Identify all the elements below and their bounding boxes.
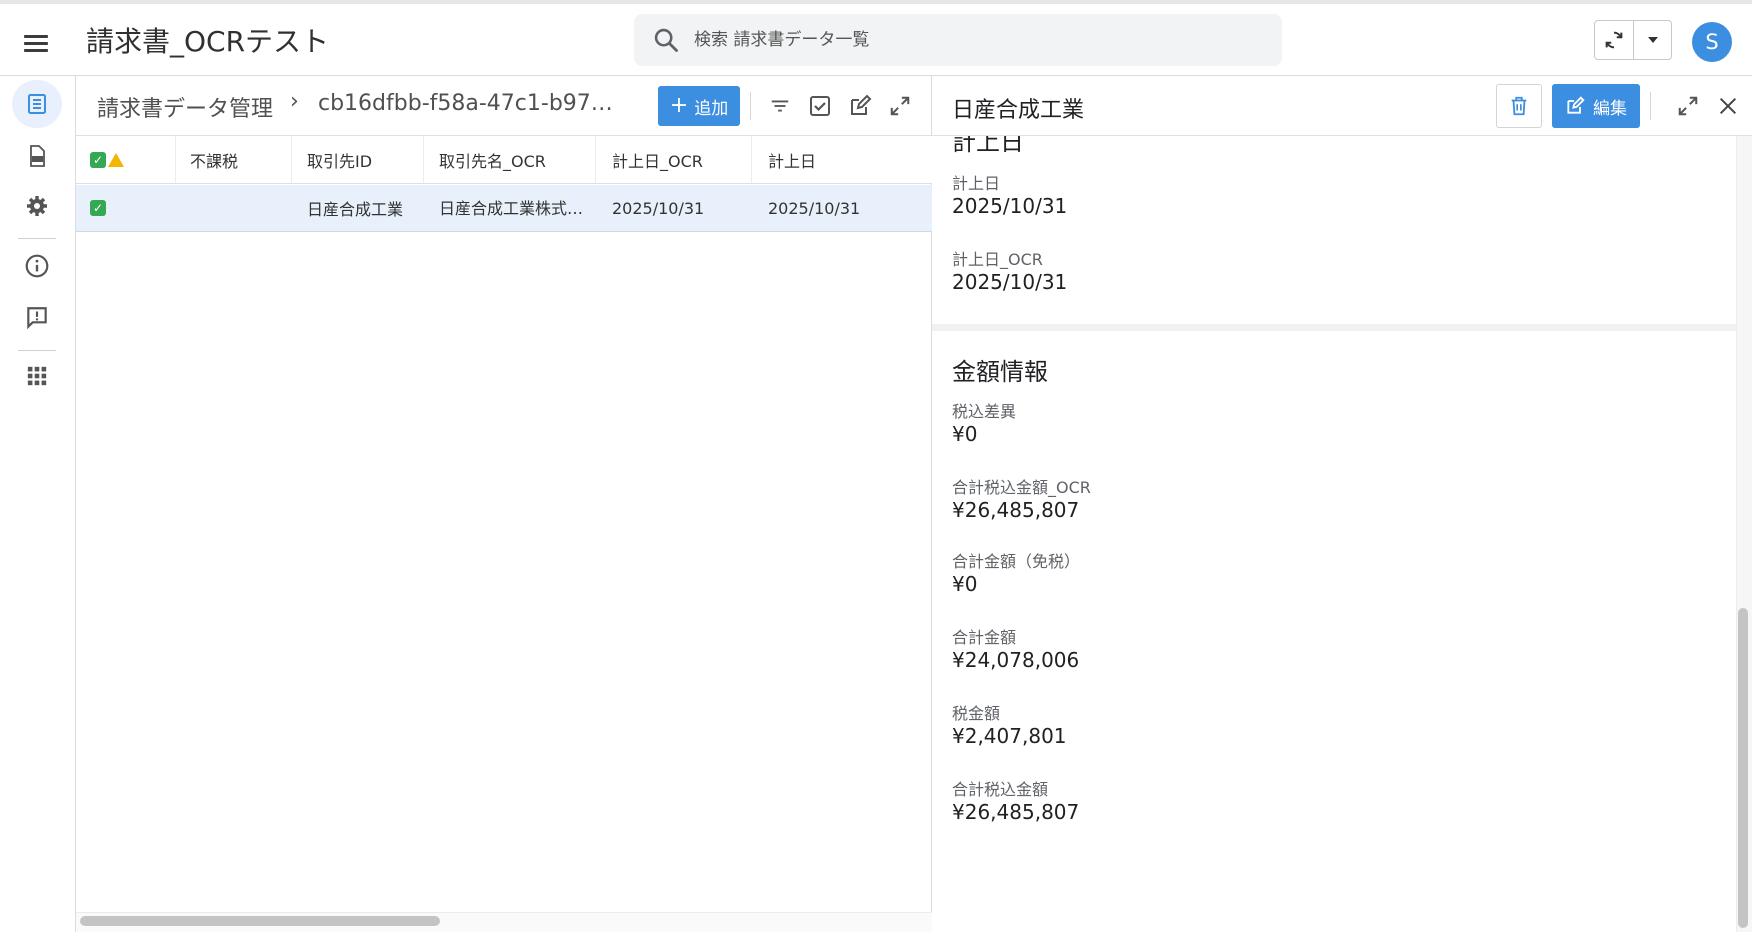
check-icon: ✓ — [90, 151, 106, 168]
column-header[interactable]: 取引先ID — [292, 136, 424, 183]
section-title-date: 計上日 — [952, 136, 1024, 156]
edit-list-button[interactable] — [844, 90, 876, 122]
field-value: ¥24,078,006 — [952, 648, 1080, 672]
top-app-bar: 請求書_OCRテスト S — [0, 0, 1752, 76]
list-panel: 請求書データ管理 › cb16dfbb-f58a-47c1-b970-15f9…… — [76, 76, 932, 932]
field-value: ¥26,485,807 — [952, 498, 1080, 522]
field-label: 合計金額 — [952, 628, 1017, 647]
detail-title: 日産合成工業 — [952, 98, 1085, 123]
edit-button[interactable]: 編集 — [1552, 84, 1640, 128]
expand-icon — [1678, 96, 1698, 116]
non-taxable-cell — [176, 185, 292, 231]
edit-icon — [1567, 96, 1585, 114]
field-label: 合計税込金額 — [952, 780, 1049, 799]
breadcrumb-current: cb16dfbb-f58a-47c1-b970-15f9… — [318, 91, 624, 116]
filter-button[interactable] — [764, 90, 796, 122]
select-button[interactable] — [804, 90, 836, 122]
expand-detail-button[interactable] — [1672, 90, 1704, 122]
gear-icon — [27, 196, 47, 216]
header-divider — [1650, 92, 1651, 120]
expand-list-button[interactable] — [884, 90, 916, 122]
partner-id-cell: 日産合成工業 — [307, 200, 404, 219]
field-value: ¥0 — [952, 572, 978, 596]
section-divider — [932, 324, 1736, 331]
check-icon: ✓ — [90, 200, 106, 216]
close-icon — [1719, 97, 1737, 115]
apps-grid-icon — [27, 366, 47, 386]
app-title: 請求書_OCRテスト — [86, 25, 330, 58]
plus-icon: + — [669, 93, 689, 118]
partner-name-cell: 日産合成工業株式… — [439, 199, 584, 218]
field-label: 税金額 — [952, 704, 1001, 723]
field-label: 合計金額（免税） — [952, 552, 1081, 571]
status-column-header[interactable]: ✓ — [76, 136, 176, 183]
close-button[interactable] — [1712, 90, 1744, 122]
column-header[interactable]: 不課税 — [176, 136, 292, 183]
detail-body: 計上日 計上日 2025/10/31 計上日_OCR 2025/10/31 金額… — [932, 136, 1736, 932]
field-value: ¥26,485,807 — [952, 800, 1080, 824]
rail-item-list[interactable] — [12, 80, 62, 128]
breadcrumb-separator: › — [290, 89, 299, 114]
csv-file-icon — [30, 145, 45, 167]
rail-item-apps[interactable] — [12, 352, 62, 400]
field-value: ¥2,407,801 — [952, 724, 1067, 748]
column-header[interactable]: 計上日_OCR — [596, 136, 752, 183]
column-header[interactable]: 取引先名_OCR — [424, 136, 596, 183]
date-cell: 2025/10/31 — [768, 198, 861, 218]
rail-item-settings[interactable] — [12, 182, 62, 230]
search-icon — [654, 28, 678, 52]
info-icon — [25, 254, 49, 278]
filter-icon — [771, 100, 789, 112]
sync-icon — [1605, 31, 1623, 49]
rail-item-csv[interactable] — [12, 132, 62, 180]
edit-button-label: 編集 — [1593, 98, 1627, 119]
field-value: 2025/10/31 — [952, 270, 1068, 294]
horizontal-scrollbar-thumb[interactable] — [80, 916, 440, 926]
feedback-icon — [27, 307, 47, 330]
search-bar[interactable] — [634, 14, 1282, 66]
add-button[interactable]: + 追加 — [658, 86, 740, 126]
edit-icon — [851, 94, 872, 115]
field-label: 税込差異 — [952, 402, 1017, 421]
sync-button-group — [1594, 20, 1672, 60]
checkbox-icon — [810, 96, 830, 116]
breadcrumb-root[interactable]: 請求書データ管理 — [97, 91, 273, 123]
toolbar-divider — [750, 92, 751, 120]
field-label: 計上日_OCR — [952, 250, 1043, 269]
column-header[interactable]: 計上日 — [752, 136, 932, 183]
nav-rail — [0, 76, 76, 932]
add-button-label: 追加 — [694, 98, 729, 119]
detail-header: 日産合成工業 編集 — [932, 76, 1752, 136]
status-cell: ✓ — [76, 185, 176, 231]
detail-panel: 日産合成工業 編集 計上日 計上日 2025/10/31 計上日_OCR 202… — [932, 76, 1752, 932]
field-label: 計上日 — [952, 174, 1001, 193]
vertical-scrollbar-thumb[interactable] — [1738, 608, 1748, 928]
table-row[interactable]: ✓ 日産合成工業 日産合成工業株式… 2025/10/31 2025/10/31 — [76, 185, 932, 232]
expand-icon — [890, 96, 910, 116]
rail-divider — [18, 238, 56, 239]
hamburger-menu-icon[interactable] — [18, 26, 54, 62]
section-title-amounts: 金額情報 — [952, 358, 1048, 386]
user-avatar[interactable]: S — [1692, 22, 1732, 62]
field-value: 2025/10/31 — [952, 194, 1068, 218]
delete-button[interactable] — [1496, 84, 1542, 128]
trash-icon — [1511, 96, 1527, 116]
rail-divider — [18, 350, 56, 351]
warning-icon — [108, 152, 124, 167]
date-ocr-cell: 2025/10/31 — [612, 198, 705, 218]
chevron-down-icon — [1647, 37, 1658, 43]
grid-header: ✓ 不課税 取引先ID 取引先名_OCR 計上日_OCR 計上日 — [76, 136, 932, 184]
rail-item-info[interactable] — [12, 242, 62, 290]
list-icon — [28, 94, 46, 114]
search-input[interactable] — [694, 24, 1254, 56]
rail-item-feedback[interactable] — [12, 294, 62, 342]
field-label: 合計税込金額_OCR — [952, 478, 1091, 497]
sync-dropdown-button[interactable] — [1634, 21, 1671, 59]
sync-button[interactable] — [1595, 21, 1635, 59]
field-value: ¥0 — [952, 422, 978, 446]
list-toolbar: 請求書データ管理 › cb16dfbb-f58a-47c1-b970-15f9…… — [76, 76, 932, 136]
